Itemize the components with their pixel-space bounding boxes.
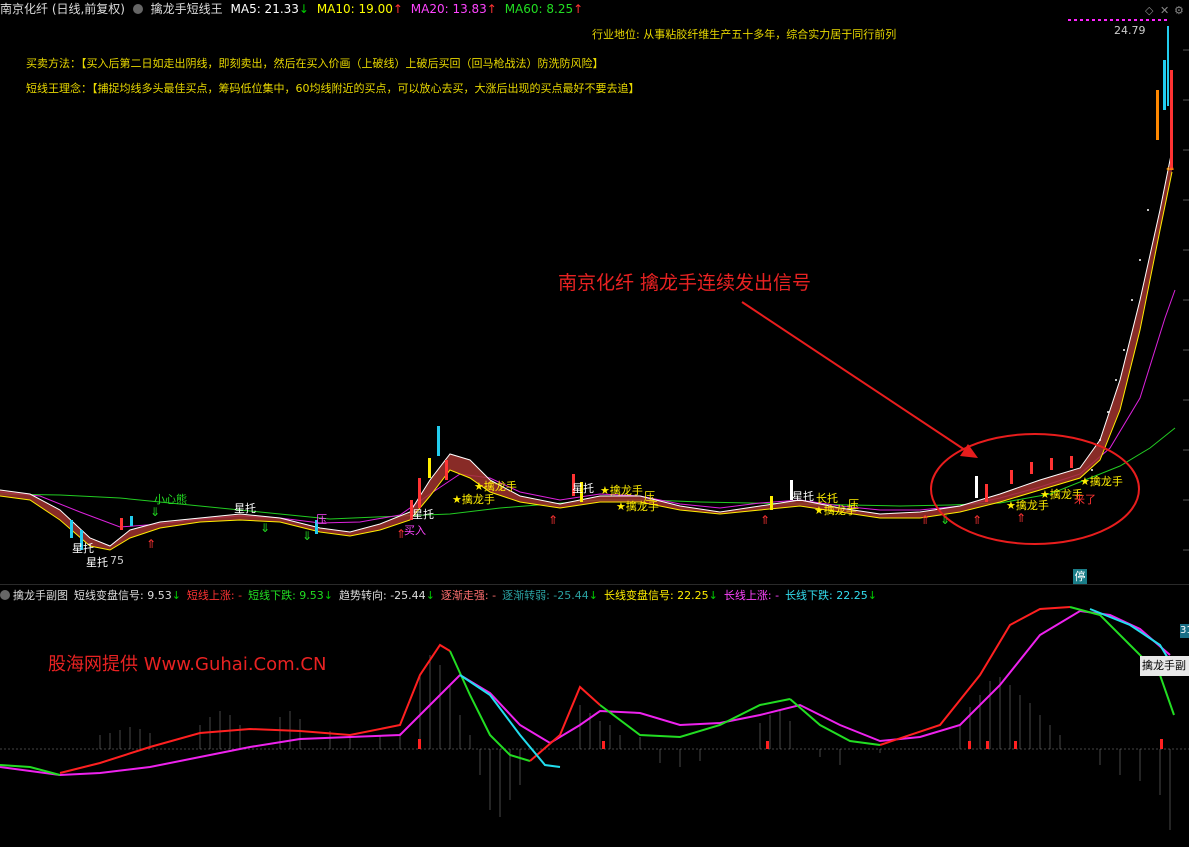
short-line-red3 — [879, 606, 1071, 746]
high-price-label: 24.79 — [1114, 24, 1146, 37]
watermark-text: 股海网提供 Www.Guhai.Com.CN — [48, 654, 327, 675]
signal-label: 星托 — [234, 502, 256, 515]
suspension-tag: 停 — [1073, 569, 1087, 584]
green-down-arrow: ⇓ — [150, 505, 160, 519]
signal-label: 来了 — [1074, 493, 1096, 506]
signal-label: 星托 — [572, 482, 594, 495]
signal-arrows: ⇓ ⇑ ⇓ ⇓ ⇑ ⇑ ⇑ ⇑ ⇓ ⇑ ⇑ — [146, 505, 1026, 551]
signal-label: 星托 — [412, 508, 434, 521]
callout-arrow-line — [741, 301, 969, 453]
signal-label: ★擒龙手 — [1080, 475, 1123, 488]
signal-label: ★擒龙手 — [600, 484, 643, 497]
signal-label: ★擒龙手 — [814, 504, 857, 517]
red-up-arrow: ⇑ — [146, 537, 156, 551]
low-price-label: 75 — [110, 554, 124, 567]
long-line — [0, 609, 1171, 777]
price-marker-icon: ⇐ — [1166, 164, 1174, 175]
signal-label: ★擒龙手 — [1006, 499, 1049, 512]
short-line-green2 — [599, 698, 791, 739]
low-price-prefix: 星托 — [86, 556, 108, 569]
signal-label: 小心熊 — [154, 493, 187, 506]
short-line-red2 — [529, 685, 601, 762]
red-up-arrow: ⇑ — [548, 513, 558, 527]
sub-indicator-chart[interactable] — [0, 585, 1189, 847]
red-up-arrow: ⇑ — [1016, 511, 1026, 525]
sub-chart-value-label: 31 — [1180, 624, 1189, 638]
callout-text: 南京化纤 擒龙手连续发出信号 — [558, 272, 812, 294]
signal-label: ★擒龙手 — [616, 500, 659, 513]
red-up-arrow: ⇑ — [920, 513, 930, 527]
green-down-arrow: ⇓ — [260, 521, 270, 535]
red-up-arrow: ⇑ — [972, 513, 982, 527]
histogram-bars — [99, 655, 1171, 830]
red-up-arrow: ⇑ — [760, 513, 770, 527]
short-line-green — [449, 650, 531, 762]
signal-label: 星托 — [792, 490, 814, 503]
signal-label: 星托 — [72, 542, 94, 555]
sub-chart-tooltip: 擒龙手副 — [1140, 656, 1189, 676]
signal-label: 买入 — [404, 524, 426, 537]
green-down-arrow: ⇓ — [302, 529, 312, 543]
signal-label: 压 — [316, 513, 327, 526]
signal-label: ★擒龙手 — [452, 493, 495, 506]
